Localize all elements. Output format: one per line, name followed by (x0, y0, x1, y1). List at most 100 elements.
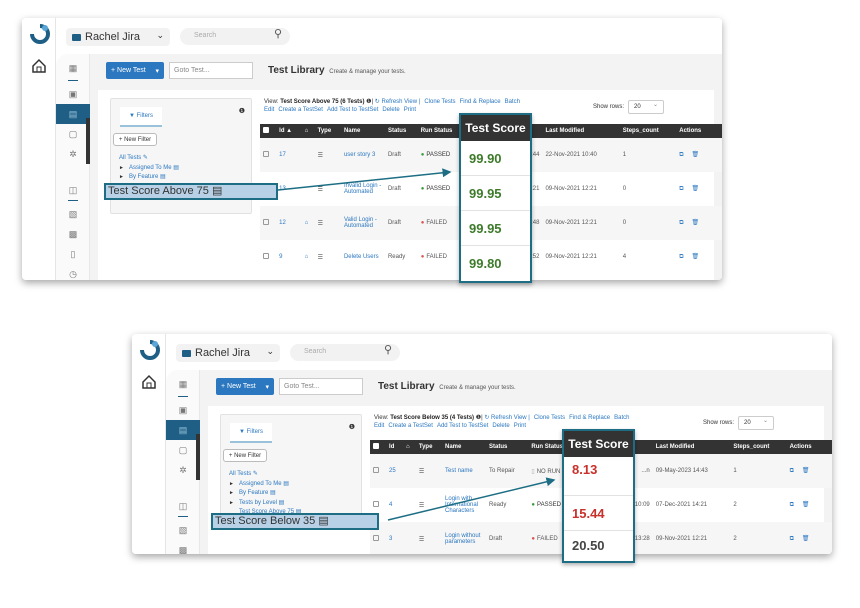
select-all-checkbox[interactable] (260, 124, 277, 138)
create-testset-link[interactable]: Create a TestSet (388, 423, 433, 429)
new-filter-button[interactable]: + New Filter (223, 449, 267, 462)
filters-tab[interactable]: ▼ Filters (120, 107, 162, 127)
refresh-view-link[interactable]: ↻ Refresh View | (484, 415, 530, 421)
show-rows-select[interactable]: 20 (738, 416, 774, 430)
requirements-icon[interactable]: ▣ (166, 400, 200, 420)
test-id[interactable]: 9 (276, 240, 302, 274)
test-id[interactable]: 3 (386, 522, 403, 554)
requirements-icon[interactable]: ▣ (56, 84, 90, 104)
filter-tests-by-level[interactable]: Tests by Level ▤ (229, 499, 301, 509)
new-test-button[interactable]: + New Test ▾ (216, 378, 274, 395)
print-link[interactable]: Print (514, 423, 526, 429)
add-to-testset-link[interactable]: Add Test to TestSet (437, 423, 488, 429)
test-name[interactable]: Test name (442, 454, 487, 488)
col-last-modified[interactable]: Last Modified (652, 440, 731, 454)
dashboard-icon[interactable]: ▦ (166, 374, 200, 394)
col-id[interactable]: Id ▲ (276, 124, 302, 138)
row-checkbox[interactable] (260, 138, 277, 172)
row-actions[interactable]: ⧉🗑 (676, 138, 722, 172)
test-name[interactable]: user story 3 (340, 138, 385, 172)
copy-icon[interactable]: ⧉ (790, 468, 802, 474)
row-checkbox[interactable] (260, 206, 277, 240)
create-testset-link[interactable]: Create a TestSet (278, 107, 323, 113)
filter-assigned-to-me[interactable]: Assigned To Me ▤ (229, 480, 301, 490)
col-status[interactable]: Status (384, 124, 418, 138)
testsets-icon[interactable]: ▢ (56, 124, 90, 144)
info-icon[interactable]: ❶ (239, 107, 245, 115)
filter-assigned-to-me[interactable]: Assigned To Me ▤ (119, 164, 191, 174)
test-id[interactable]: 4 (386, 488, 403, 522)
info-icon[interactable]: ❶ (349, 423, 355, 431)
row-actions[interactable]: ⧉🗑 (787, 488, 832, 522)
goto-test-input[interactable]: Goto Test... (279, 378, 363, 395)
test-id[interactable]: 17 (276, 138, 302, 172)
test-library-icon[interactable]: ▤ (166, 420, 200, 440)
row-actions[interactable]: ⧉🗑 (786, 454, 832, 488)
new-test-button[interactable]: + New Test ▾ (106, 62, 164, 79)
test-id[interactable]: 12 (276, 206, 302, 240)
trash-icon[interactable]: 🗑 (692, 186, 708, 192)
test-library-icon[interactable]: ▤ (56, 104, 90, 124)
home-icon[interactable] (141, 374, 157, 390)
copy-icon[interactable]: ⧉ (679, 220, 691, 226)
project-selector[interactable]: Rachel Jira ⌄ (176, 344, 280, 362)
project-selector[interactable]: Rachel Jira ⌄ (66, 28, 170, 46)
col-name[interactable]: Name (442, 440, 487, 454)
test-name[interactable]: Invalid Login - Automated (341, 172, 385, 206)
trash-icon[interactable]: 🗑 (802, 536, 818, 542)
col-type[interactable]: Type (415, 440, 443, 454)
print-link[interactable]: Print (404, 107, 416, 113)
edit-link[interactable]: Edit (374, 423, 384, 429)
row-actions[interactable]: ⧉🗑 (676, 240, 722, 274)
goto-test-input[interactable]: Goto Test... (169, 62, 253, 79)
clone-tests-link[interactable]: Clone Tests (424, 99, 455, 105)
analytics-icon[interactable]: ▧ (56, 204, 90, 224)
row-actions[interactable]: ⧉🗑 (676, 206, 722, 240)
col-type[interactable]: Type (314, 124, 341, 138)
testsets-icon[interactable]: ▢ (166, 440, 200, 460)
history-icon[interactable]: ◷ (56, 264, 90, 280)
search-icon[interactable]: ⚲ (384, 343, 392, 356)
dashboard-icon[interactable]: ▦ (56, 58, 90, 78)
show-rows-select[interactable]: 20 (628, 100, 664, 114)
find-replace-link[interactable]: Find & Replace (569, 415, 610, 421)
analytics-icon[interactable]: ▧ (166, 520, 200, 540)
add-to-testset-link[interactable]: Add Test to TestSet (327, 107, 378, 113)
bug-icon[interactable]: ✲ (166, 460, 200, 480)
reports-icon[interactable]: ◫ (56, 180, 90, 200)
search-icon[interactable]: ⚲ (274, 27, 282, 40)
trash-icon[interactable]: 🗑 (802, 468, 818, 474)
filters-tab[interactable]: ▼ Filters (230, 423, 272, 443)
col-last-modified[interactable]: Last Modified (542, 124, 620, 138)
col-name[interactable]: Name (340, 124, 385, 138)
home-icon[interactable] (31, 58, 47, 74)
row-actions[interactable]: ⧉🗑 (786, 522, 832, 554)
row-actions[interactable]: ⧉🗑 (676, 172, 722, 206)
copy-icon[interactable]: ⧉ (679, 186, 691, 192)
copy-icon[interactable]: ⧉ (790, 502, 802, 508)
col-steps-count[interactable]: Steps_count (619, 124, 677, 138)
trash-icon[interactable]: 🗑 (692, 152, 708, 158)
bug-icon[interactable]: ✲ (56, 144, 90, 164)
row-checkbox[interactable] (260, 240, 276, 274)
document-icon[interactable]: ▯ (56, 244, 90, 264)
reports-icon[interactable]: ◫ (166, 496, 200, 516)
filter-all-tests[interactable]: All Tests ✎ (229, 470, 301, 480)
col-id[interactable]: Id (386, 440, 403, 454)
trash-icon[interactable]: 🗑 (692, 220, 708, 226)
refresh-view-link[interactable]: ↻ Refresh View | (375, 99, 421, 105)
calendar-icon[interactable]: ▩ (166, 540, 200, 555)
trash-icon[interactable]: 🗑 (802, 502, 818, 508)
trash-icon[interactable]: 🗑 (692, 254, 708, 260)
col-steps-count[interactable]: Steps_count (730, 440, 787, 454)
test-id[interactable]: 25 (386, 454, 403, 488)
test-name[interactable]: Valid Login - Automated (340, 206, 385, 240)
filter-all-tests[interactable]: All Tests ✎ (119, 154, 191, 164)
copy-icon[interactable]: ⧉ (790, 536, 802, 542)
delete-link[interactable]: Delete (382, 107, 399, 113)
edit-link[interactable]: Edit (264, 107, 274, 113)
batch-link[interactable]: Batch (614, 415, 629, 421)
filter-by-feature[interactable]: By Feature ▤ (229, 489, 301, 499)
filter-by-feature[interactable]: By Feature ▤ (119, 173, 191, 183)
find-replace-link[interactable]: Find & Replace (460, 99, 501, 105)
